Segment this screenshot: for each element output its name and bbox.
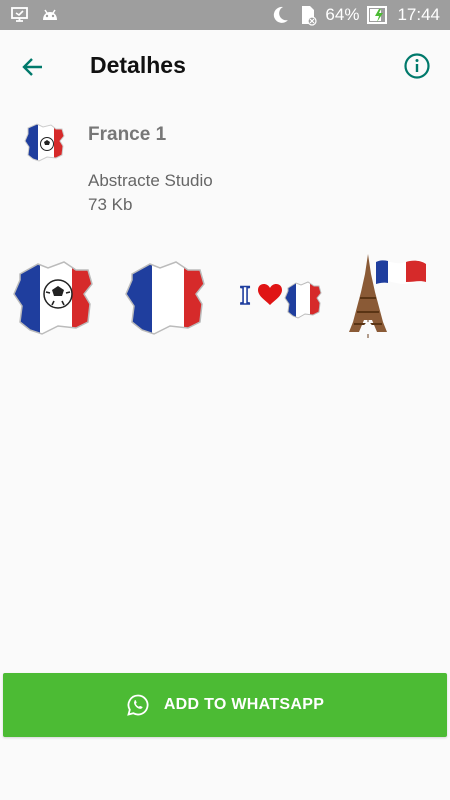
status-right-icons: 64% 17:44: [269, 4, 440, 26]
pack-publisher: Abstracte Studio: [88, 171, 213, 190]
add-to-whatsapp-button[interactable]: ADD TO WHATSAPP: [3, 673, 447, 737]
status-bar: 64% 17:44: [0, 0, 450, 30]
screen-cast-icon: [10, 6, 30, 24]
whatsapp-icon: [126, 693, 150, 717]
battery-charging-icon: [367, 5, 389, 25]
pack-size: 73 Kb: [88, 195, 133, 214]
status-left-icons: [10, 6, 60, 24]
arrow-back-icon: [22, 58, 42, 76]
info-button[interactable]: [401, 50, 433, 82]
no-sim-icon: [299, 4, 318, 26]
i-love-france-sticker[interactable]: I: [232, 250, 328, 340]
sticker-grid: I: [0, 250, 450, 345]
toolbar: Detalhes: [0, 30, 450, 102]
info-icon: [404, 53, 430, 79]
android-icon: [40, 6, 60, 24]
do-not-disturb-moon-icon: [269, 4, 291, 26]
clock: 17:44: [397, 5, 440, 24]
svg-text:I: I: [240, 281, 250, 310]
pack-name: France 1: [88, 124, 167, 145]
france-map-soccer-ball-sticker[interactable]: [8, 250, 104, 340]
france-map-flag-sticker[interactable]: [120, 250, 216, 340]
pack-tray-icon: [22, 120, 70, 168]
battery-percent: 64%: [325, 5, 360, 24]
eiffel-tower-flag-sticker[interactable]: [340, 250, 436, 340]
add-to-whatsapp-label: ADD TO WHATSAPP: [163, 696, 325, 713]
page-title: Detalhes: [90, 52, 186, 78]
back-button[interactable]: [18, 52, 48, 82]
